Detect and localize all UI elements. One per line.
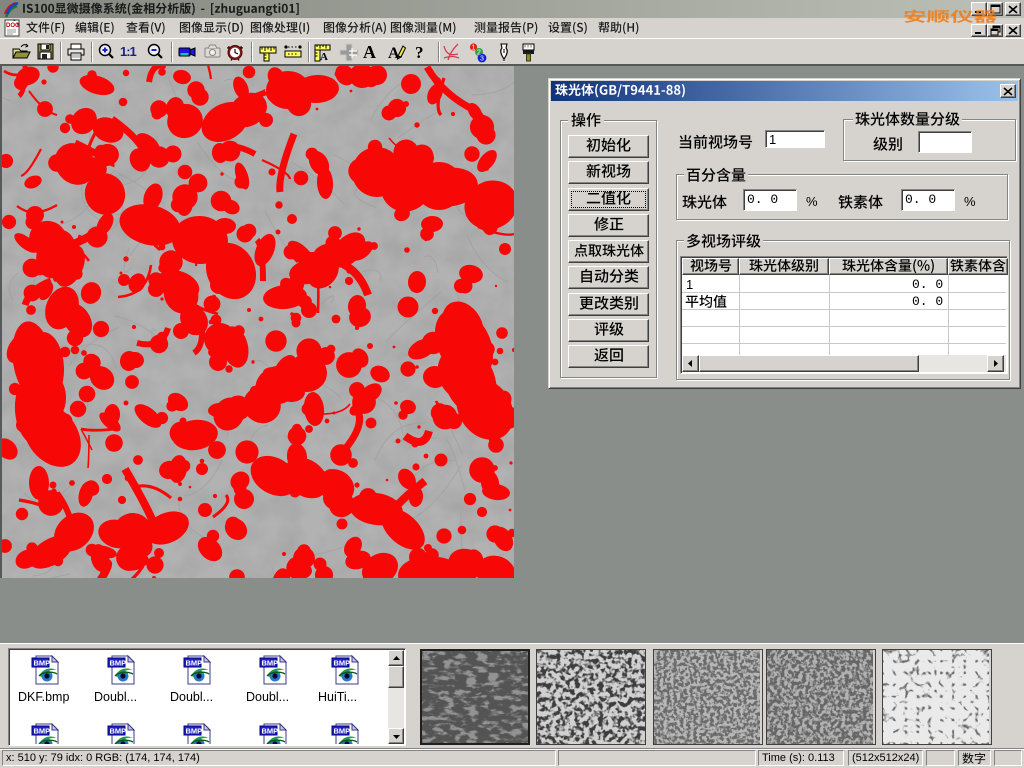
svg-text:BMP: BMP	[186, 659, 203, 668]
svg-text:3: 3	[480, 56, 484, 63]
svg-text:BMP: BMP	[34, 727, 51, 736]
svg-text:BMP: BMP	[262, 659, 279, 668]
svg-text:A: A	[388, 45, 400, 62]
svg-text:A: A	[363, 42, 376, 62]
svg-text:BMP: BMP	[334, 659, 351, 668]
svg-text:A: A	[320, 51, 328, 63]
svg-text:BMP: BMP	[186, 727, 203, 736]
svg-text:DOC: DOC	[6, 23, 20, 29]
svg-text:BMP: BMP	[262, 727, 279, 736]
svg-text:?: ?	[415, 43, 424, 62]
svg-text:1: 1	[472, 45, 476, 52]
svg-text:BMP: BMP	[334, 727, 351, 736]
svg-text:BMP: BMP	[110, 727, 127, 736]
svg-text:BMP: BMP	[110, 659, 127, 668]
svg-text:BMP: BMP	[34, 659, 51, 668]
svg-text:1:1: 1:1	[120, 44, 137, 59]
